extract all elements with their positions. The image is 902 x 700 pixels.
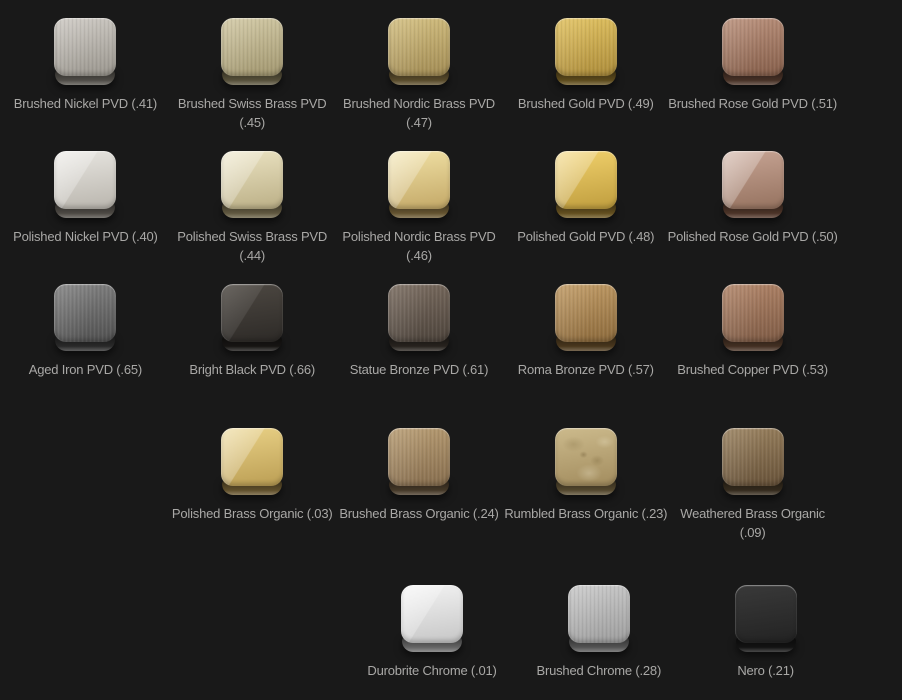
finish-swatch[interactable] xyxy=(555,18,617,86)
finish-swatch-face xyxy=(401,585,463,643)
finish-swatch-face xyxy=(54,284,116,342)
finish-swatch[interactable] xyxy=(388,428,450,496)
finishes-row: Aged Iron PVD (.65) Bright Black PVD (.6… xyxy=(2,284,836,379)
finish-swatch[interactable] xyxy=(722,18,784,86)
finish-swatch-face xyxy=(388,18,450,76)
finish-swatch-face xyxy=(555,428,617,486)
finish-option[interactable]: Brushed Brass Organic (.24) xyxy=(336,428,503,542)
finish-swatch-face xyxy=(221,18,283,76)
finish-option[interactable]: Weathered Brass Organic (.09) xyxy=(669,428,836,542)
finish-swatch-face xyxy=(555,151,617,209)
finish-label: Brushed Chrome (.28) xyxy=(536,661,661,680)
finishes-grid: Brushed Nickel PVD (.41) Brushed Swiss B… xyxy=(0,0,836,680)
finish-label: Aged Iron PVD (.65) xyxy=(29,360,142,379)
finishes-row: Polished Brass Organic (.03) Brushed Bra… xyxy=(2,428,836,542)
finish-option[interactable]: Brushed Gold PVD (.49) xyxy=(502,18,669,132)
finish-label: Brushed Nordic Brass PVD (.47) xyxy=(343,94,495,132)
finish-swatch[interactable] xyxy=(388,284,450,352)
finish-swatch-face xyxy=(568,585,630,643)
finish-swatch-face xyxy=(388,284,450,342)
finish-swatch[interactable] xyxy=(555,428,617,496)
finishes-row: Brushed Nickel PVD (.41) Brushed Swiss B… xyxy=(2,18,836,132)
finish-label: Brushed Nickel PVD (.41) xyxy=(14,94,157,113)
finish-swatch[interactable] xyxy=(388,151,450,219)
finish-swatch[interactable] xyxy=(388,18,450,86)
finish-swatch[interactable] xyxy=(221,428,283,496)
finish-swatch-face xyxy=(388,151,450,209)
finishes-row: Polished Nickel PVD (.40) Polished Swiss… xyxy=(2,151,836,265)
finish-swatch-face xyxy=(221,151,283,209)
finish-label: Brushed Copper PVD (.53) xyxy=(677,360,828,379)
finish-swatch-face xyxy=(221,428,283,486)
finish-option[interactable]: Brushed Copper PVD (.53) xyxy=(669,284,836,379)
finish-option[interactable]: Polished Rose Gold PVD (.50) xyxy=(669,151,836,265)
finish-swatch[interactable] xyxy=(722,284,784,352)
finish-swatch[interactable] xyxy=(54,18,116,86)
finish-option[interactable]: Brushed Chrome (.28) xyxy=(515,585,682,680)
finish-label: Bright Black PVD (.66) xyxy=(189,360,315,379)
finish-swatch[interactable] xyxy=(735,585,797,653)
finish-swatch-face xyxy=(555,18,617,76)
finish-swatch-face xyxy=(722,18,784,76)
finish-label: Durobrite Chrome (.01) xyxy=(367,661,496,680)
finish-label: Polished Swiss Brass PVD (.44) xyxy=(177,227,327,265)
finish-swatch[interactable] xyxy=(401,585,463,653)
finish-swatch[interactable] xyxy=(221,18,283,86)
finish-label: Roma Bronze PVD (.57) xyxy=(518,360,654,379)
finish-option[interactable]: Brushed Rose Gold PVD (.51) xyxy=(669,18,836,132)
finish-swatch[interactable] xyxy=(555,151,617,219)
finish-swatch[interactable] xyxy=(722,428,784,496)
finish-label: Polished Brass Organic (.03) xyxy=(172,504,333,523)
finish-swatch-face xyxy=(722,151,784,209)
finish-label: Brushed Rose Gold PVD (.51) xyxy=(668,94,837,113)
finish-label: Polished Rose Gold PVD (.50) xyxy=(668,227,838,246)
finish-label: Brushed Swiss Brass PVD (.45) xyxy=(178,94,327,132)
finish-option[interactable]: Aged Iron PVD (.65) xyxy=(2,284,169,379)
finish-option[interactable]: Polished Brass Organic (.03) xyxy=(169,428,336,542)
finish-label: Nero (.21) xyxy=(737,661,794,680)
finish-swatch[interactable] xyxy=(221,151,283,219)
finish-label: Brushed Brass Organic (.24) xyxy=(339,504,498,523)
finish-label: Rumbled Brass Organic (.23) xyxy=(504,504,667,523)
finish-swatch-face xyxy=(722,284,784,342)
finish-option[interactable]: Bright Black PVD (.66) xyxy=(169,284,336,379)
finish-label: Statue Bronze PVD (.61) xyxy=(350,360,488,379)
finish-swatch-face xyxy=(722,428,784,486)
finish-swatch-face xyxy=(54,151,116,209)
finish-label: Brushed Gold PVD (.49) xyxy=(518,94,654,113)
finish-option[interactable]: Statue Bronze PVD (.61) xyxy=(336,284,503,379)
finish-option[interactable]: Nero (.21) xyxy=(682,585,849,680)
finish-swatch-face xyxy=(555,284,617,342)
finish-option[interactable]: Polished Nickel PVD (.40) xyxy=(2,151,169,265)
finish-swatch[interactable] xyxy=(568,585,630,653)
finish-swatch-face xyxy=(735,585,797,643)
finish-option[interactable]: Brushed Nickel PVD (.41) xyxy=(2,18,169,132)
finish-option[interactable]: Durobrite Chrome (.01) xyxy=(349,585,516,680)
finish-label: Weathered Brass Organic (.09) xyxy=(680,504,825,542)
finish-option[interactable]: Brushed Swiss Brass PVD (.45) xyxy=(169,18,336,132)
finish-swatch[interactable] xyxy=(54,284,116,352)
finish-option[interactable]: Polished Gold PVD (.48) xyxy=(502,151,669,265)
finish-label: Polished Gold PVD (.48) xyxy=(517,227,654,246)
finish-swatch[interactable] xyxy=(555,284,617,352)
finish-option[interactable]: Polished Nordic Brass PVD (.46) xyxy=(336,151,503,265)
finish-label: Polished Nickel PVD (.40) xyxy=(13,227,158,246)
finish-option[interactable]: Polished Swiss Brass PVD (.44) xyxy=(169,151,336,265)
finish-option[interactable]: Brushed Nordic Brass PVD (.47) xyxy=(336,18,503,132)
finish-swatch-face xyxy=(388,428,450,486)
finish-swatch-face xyxy=(54,18,116,76)
finish-option[interactable]: Rumbled Brass Organic (.23) xyxy=(502,428,669,542)
finish-option[interactable]: Roma Bronze PVD (.57) xyxy=(502,284,669,379)
finish-swatch[interactable] xyxy=(54,151,116,219)
finish-label: Polished Nordic Brass PVD (.46) xyxy=(342,227,495,265)
finish-swatch[interactable] xyxy=(722,151,784,219)
finish-swatch[interactable] xyxy=(221,284,283,352)
finishes-row: Durobrite Chrome (.01) Brushed Chrome (.… xyxy=(15,585,849,680)
finish-swatch-face xyxy=(221,284,283,342)
